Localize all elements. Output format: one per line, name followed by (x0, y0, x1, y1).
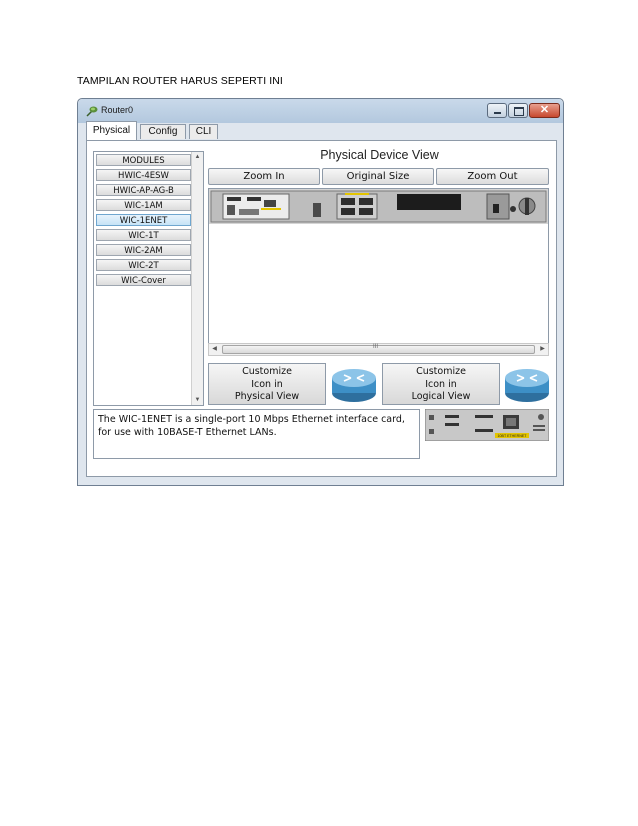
close-button[interactable]: ✕ (529, 103, 560, 118)
module-item-wic-cover[interactable]: WIC-Cover (96, 274, 191, 286)
customize-logical-line-1: Customize (416, 366, 466, 377)
scroll-grip: III (373, 344, 379, 350)
tab-config[interactable]: Config (140, 124, 186, 139)
module-port-label: 10BT ETHERNET (498, 434, 528, 438)
module-description: The WIC-1ENET is a single-port 10 Mbps E… (93, 409, 420, 459)
customize-logical-icon-button[interactable]: Customize Icon in Logical View (382, 363, 500, 405)
module-item-wic-2t[interactable]: WIC-2T (96, 259, 191, 271)
minimize-icon (494, 112, 501, 114)
router-physical-icon (332, 369, 376, 402)
router-chassis-image[interactable] (209, 189, 548, 224)
module-list-scrollbar[interactable]: ▲ ▼ (191, 152, 203, 405)
router-app-icon (86, 106, 98, 117)
scroll-left-icon[interactable]: ◀ (209, 345, 220, 352)
router-logical-icon (505, 369, 549, 402)
customize-logical-line-3: Logical View (411, 391, 471, 402)
maximize-icon (514, 107, 524, 116)
scroll-right-icon[interactable]: ▶ (537, 345, 548, 352)
customize-physical-icon-button[interactable]: Customize Icon in Physical View (208, 363, 326, 405)
customize-physical-line-1: Customize (242, 366, 292, 377)
customize-physical-line-3: Physical View (234, 391, 300, 402)
physical-panel: MODULES HWIC-4ESW HWIC-AP-AG-B WIC-1AM W… (86, 140, 557, 477)
minimize-button[interactable] (487, 103, 507, 118)
customize-logical-line-2: Icon in (425, 378, 457, 390)
window-title: Router0 (101, 105, 134, 115)
zoom-out-button[interactable]: Zoom Out (436, 168, 549, 185)
module-item-wic-1am[interactable]: WIC-1AM (96, 199, 191, 211)
original-size-button[interactable]: Original Size (322, 168, 434, 185)
physical-view-title: Physical Device View (320, 148, 439, 162)
maximize-button[interactable] (508, 103, 528, 118)
zoom-in-button[interactable]: Zoom In (208, 168, 320, 185)
close-icon: ✕ (539, 104, 550, 116)
view-horizontal-scrollbar[interactable]: ◀ III ▶ (208, 343, 549, 356)
customize-physical-line-2: Icon in (251, 378, 283, 390)
tab-physical[interactable]: Physical (86, 121, 137, 140)
document-heading: TAMPILAN ROUTER HARUS SEPERTI INI (77, 75, 283, 87)
module-item-hwic-ap-ag-b[interactable]: HWIC-AP-AG-B (96, 184, 191, 196)
module-item-wic-2am[interactable]: WIC-2AM (96, 244, 191, 256)
module-item-wic-1enet[interactable]: WIC-1ENET (96, 214, 191, 226)
module-list: MODULES HWIC-4ESW HWIC-AP-AG-B WIC-1AM W… (93, 151, 204, 406)
module-item-wic-1t[interactable]: WIC-1T (96, 229, 191, 241)
physical-device-view[interactable] (208, 188, 549, 356)
module-item-hwic-4esw[interactable]: HWIC-4ESW (96, 169, 191, 181)
scroll-thumb[interactable]: III (222, 344, 535, 354)
scroll-up-icon[interactable]: ▲ (192, 154, 203, 160)
scroll-down-icon[interactable]: ▼ (192, 397, 203, 403)
router-window: Router0 ✕ Physical Config CLI MODULES HW… (77, 98, 564, 486)
title-bar[interactable]: Router0 ✕ (78, 99, 563, 123)
tab-cli[interactable]: CLI (189, 124, 218, 139)
wic-1enet-module-image: 10BT ETHERNET (425, 409, 549, 441)
module-header: MODULES (96, 154, 191, 166)
